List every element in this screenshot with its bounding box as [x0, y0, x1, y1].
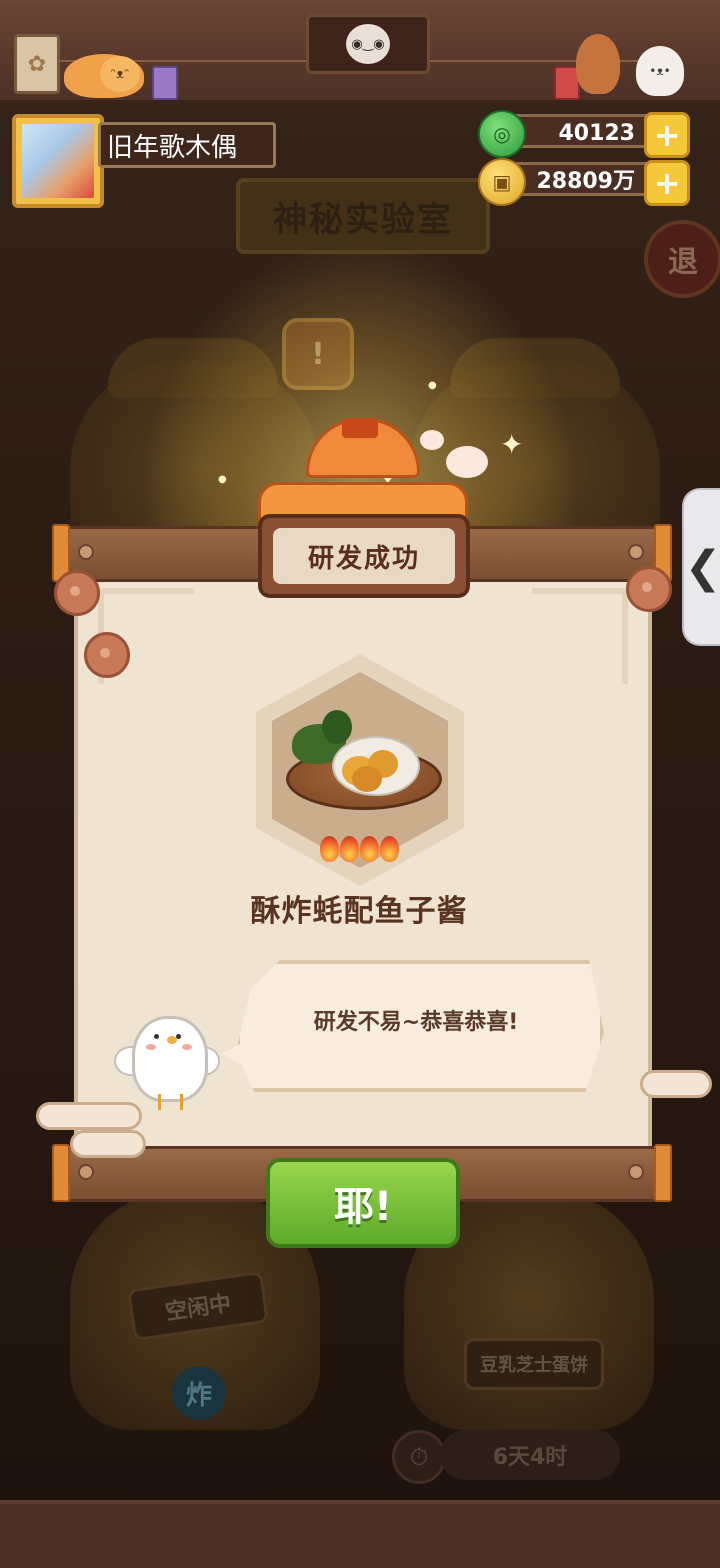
chick-leg — [158, 1094, 161, 1110]
rod-cap — [654, 1144, 672, 1202]
chick-leg — [180, 1094, 183, 1110]
grandpa-cat-icon: ◉‿◉ — [346, 24, 390, 64]
white-cat-icon: •ᴥ• — [636, 46, 684, 96]
dialog-title-plaque: 研发成功 — [258, 514, 470, 598]
top-decor-bar: ✿ ᵔᴥᵔ ◉‿◉ •ᴥ• — [0, 0, 720, 104]
flame-icon — [360, 836, 379, 862]
orange-cat-face-icon: ᵔᴥᵔ — [100, 56, 140, 92]
nail — [78, 544, 94, 560]
chick-cheek — [182, 1044, 192, 1050]
flame-icon — [340, 836, 359, 862]
sparkle-icon: ● — [428, 380, 437, 391]
herb-garnish-icon — [322, 710, 352, 744]
chick-mascot-icon — [132, 1016, 208, 1102]
hanging-sign: ◉‿◉ — [306, 14, 430, 74]
flower-ornament-icon — [626, 566, 672, 612]
sparkle-icon: ● — [218, 474, 227, 485]
side-panel-toggle[interactable]: ❮ — [682, 488, 720, 646]
coin-currency: 28809万 ▣ + — [478, 158, 690, 206]
floor — [0, 1500, 720, 1568]
cloud-ornament-icon — [640, 1070, 712, 1098]
corner-pattern — [532, 588, 628, 684]
nail — [628, 544, 644, 560]
nail — [628, 1164, 644, 1180]
sparkle-icon: ✦ — [500, 428, 524, 461]
avatar-image — [22, 124, 94, 198]
paw-tag-icon[interactable]: ✿ — [14, 34, 60, 94]
flower-ornament-icon — [54, 570, 100, 616]
dialog-title: 研发成功 — [273, 528, 455, 584]
lid-knob — [342, 418, 378, 438]
chick-beak — [167, 1036, 177, 1044]
rod-cap — [52, 1144, 70, 1202]
avatar[interactable] — [12, 114, 104, 208]
speech-bubble-tail — [222, 1040, 248, 1068]
congrats-message: 研发不易~恭喜恭喜! — [313, 1010, 519, 1035]
thread-spool-icon — [152, 66, 178, 100]
flame-icon — [380, 836, 399, 862]
add-jade-button[interactable]: + — [644, 112, 690, 158]
flame-icon — [320, 836, 339, 862]
coin-icon: ▣ — [478, 158, 526, 206]
chevron-left-icon: ❮ — [684, 541, 720, 593]
cloud-ornament-icon — [70, 1130, 146, 1158]
confirm-button[interactable]: 耶! — [266, 1158, 460, 1248]
steam-puff — [420, 430, 444, 450]
chef-girl-icon — [576, 34, 620, 94]
steam-puff — [446, 446, 488, 478]
chick-cheek — [146, 1044, 156, 1050]
nail — [78, 1164, 94, 1180]
fried-oyster-icon — [352, 766, 382, 792]
player-name: 旧年歌木偶 — [98, 122, 276, 168]
heat-rating — [320, 836, 400, 866]
jade-currency: 40123 ◎ + — [478, 110, 690, 158]
add-coin-button[interactable]: + — [644, 160, 690, 206]
jade-icon: ◎ — [478, 110, 526, 158]
chick-eye — [154, 1034, 159, 1039]
cloud-ornament-icon — [36, 1102, 142, 1130]
flower-ornament-icon — [84, 632, 130, 678]
dish-name: 酥炸蚝配鱼子酱 — [250, 894, 468, 929]
